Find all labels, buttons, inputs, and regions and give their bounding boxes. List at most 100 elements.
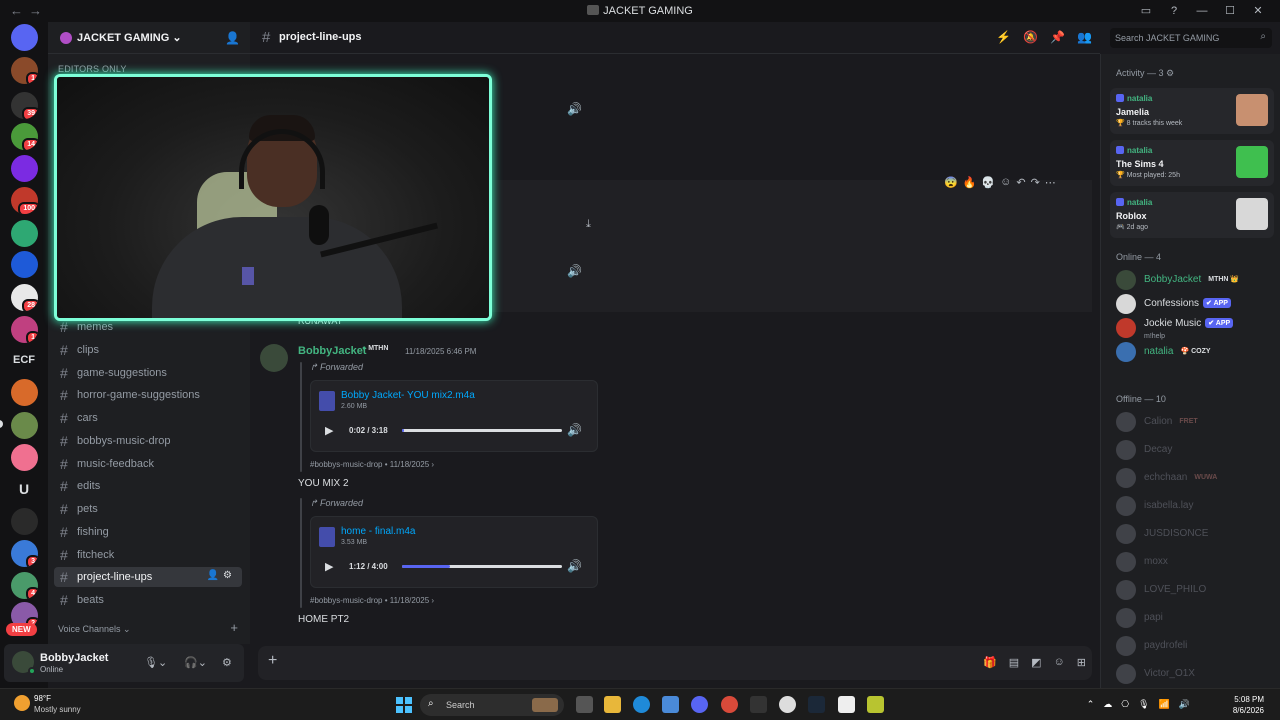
channel-settings-icon[interactable]: 👤⚙ — [207, 570, 236, 581]
app-icon[interactable] — [867, 696, 884, 713]
pin-icon[interactable]: 📌 — [1050, 30, 1065, 44]
avatar[interactable] — [1116, 270, 1136, 290]
file-name-link[interactable]: home - final.m4a — [341, 526, 415, 537]
activity-user[interactable]: natalia — [1116, 146, 1152, 155]
member-row[interactable]: echchaan WUWA — [1110, 466, 1274, 490]
avatar[interactable] — [1116, 318, 1136, 338]
server-icon[interactable] — [11, 379, 38, 406]
member-row[interactable]: paydrofeli — [1110, 634, 1274, 658]
play-icon[interactable]: ▶ — [325, 560, 333, 573]
forward-source[interactable]: #bobbys-music-drop • 11/18/2025 › — [310, 460, 434, 469]
server-icon[interactable]: 39 — [11, 92, 38, 119]
invite-people-icon[interactable]: 👤 — [225, 31, 240, 45]
weather-temp[interactable]: 98°F — [34, 694, 51, 703]
sticker-icon[interactable]: ◩ — [1031, 656, 1041, 669]
message-composer[interactable]: + 🎁 ▤ ◩ ☺ ⊞ — [258, 646, 1092, 680]
channel-item[interactable]: # clips — [54, 340, 242, 360]
weather-icon[interactable] — [14, 695, 30, 711]
avatar[interactable] — [1116, 664, 1136, 684]
username[interactable]: BobbyJacket — [40, 652, 108, 664]
server-name[interactable]: JACKET GAMING ⌄ — [77, 31, 182, 44]
task-view-icon[interactable] — [576, 696, 593, 713]
emoji-icon[interactable]: ☺ — [1054, 656, 1065, 669]
volume-icon[interactable]: 🔊 — [1179, 699, 1190, 710]
help-icon[interactable]: ? — [1160, 3, 1188, 19]
server-icon[interactable]: 1 — [11, 316, 38, 343]
server-u[interactable]: U — [5, 481, 43, 497]
avatar[interactable] — [1116, 440, 1136, 460]
avatar[interactable] — [1116, 580, 1136, 600]
message-author[interactable]: BobbyJacket — [298, 345, 366, 357]
discord-taskbar-icon[interactable] — [691, 696, 708, 713]
server-icon[interactable] — [11, 220, 38, 247]
voice-channels-category[interactable]: Voice Channels ⌄ — [58, 624, 131, 635]
search-box[interactable]: ⌕ — [1110, 28, 1272, 48]
maximize-button[interactable]: ☐ — [1216, 3, 1244, 19]
search-input[interactable] — [1110, 28, 1250, 48]
app-icon[interactable] — [750, 696, 767, 713]
chevron-up-icon[interactable]: ⌃ — [1087, 699, 1095, 710]
channel-item[interactable]: # game-suggestions — [54, 363, 242, 383]
add-reaction-icon[interactable]: ☺ — [1000, 176, 1011, 188]
avatar[interactable] — [1116, 496, 1136, 516]
add-attachment-icon[interactable]: + — [268, 652, 277, 670]
gif-icon[interactable]: ▤ — [1009, 656, 1019, 669]
edge-icon[interactable] — [633, 696, 650, 713]
channel-item[interactable]: # edits — [54, 476, 242, 496]
mic-icon[interactable]: 🎙⌄ — [144, 656, 167, 669]
app-icon[interactable] — [779, 696, 796, 713]
download-icon[interactable]: ⤓ — [586, 218, 591, 231]
member-row[interactable]: LOVE_PHILO — [1110, 578, 1274, 602]
channel-item[interactable]: # bobbys-music-drop — [54, 431, 242, 451]
activity-user[interactable]: natalia — [1116, 94, 1152, 103]
photos-icon[interactable] — [662, 696, 679, 713]
avatar[interactable] — [1116, 294, 1136, 314]
weather-desc[interactable]: Mostly sunny — [34, 705, 81, 714]
activity-card[interactable]: natalia Jamelia 🏆 8 tracks this week — [1110, 88, 1274, 134]
member-row[interactable]: papi — [1110, 606, 1274, 630]
server-icon[interactable]: 100 — [11, 187, 38, 214]
avatar[interactable] — [1116, 342, 1136, 362]
member-row[interactable]: isabella.lay — [1110, 494, 1274, 518]
reaction-button[interactable]: 🔥 — [963, 176, 977, 189]
member-row[interactable]: Calion FRET — [1110, 410, 1274, 434]
activity-user[interactable]: natalia — [1116, 198, 1152, 207]
server-header[interactable]: JACKET GAMING ⌄ 👤 — [48, 22, 250, 54]
gift-icon[interactable]: 🎁 — [983, 656, 997, 669]
channel-item[interactable]: # project-line-ups 👤⚙ — [54, 567, 242, 587]
mic-icon[interactable]: 🎙 — [1138, 699, 1149, 710]
member-row[interactable]: Victor_O1X — [1110, 662, 1274, 686]
member-row[interactable]: Jockie Music ✔ APP m!help — [1110, 316, 1274, 340]
avatar[interactable] — [1116, 468, 1136, 488]
threads-icon[interactable]: ⚡ — [996, 30, 1011, 44]
server-ecf[interactable]: ECF — [5, 354, 43, 366]
server-icon[interactable]: 1 — [11, 57, 38, 84]
channel-item[interactable]: # fishing — [54, 522, 242, 542]
taskbar-search[interactable]: ⌕ Search — [420, 694, 564, 716]
forward-source[interactable]: #bobbys-music-drop • 11/18/2025 › — [310, 596, 434, 605]
forward-icon[interactable]: ↷ — [1031, 176, 1040, 189]
cloud-icon[interactable]: ☁ — [1103, 699, 1112, 710]
search-icon[interactable]: ⌕ — [1260, 31, 1266, 42]
server-icon[interactable]: 28 — [11, 284, 38, 311]
member-row[interactable]: Decay — [1110, 438, 1274, 462]
windows-start-icon[interactable] — [396, 697, 412, 713]
member-row[interactable]: Confessions ✔ APP — [1110, 292, 1274, 316]
reaction-button[interactable]: 💀 — [981, 176, 995, 189]
reply-icon[interactable]: ↶ — [1016, 176, 1025, 189]
audio-progress-slider[interactable] — [402, 429, 562, 432]
add-channel-icon[interactable]: + — [230, 620, 238, 635]
avatar[interactable] — [1116, 412, 1136, 432]
network-icon[interactable]: ⎔ — [1121, 699, 1129, 710]
file-explorer-icon[interactable] — [604, 696, 621, 713]
avatar[interactable] — [1116, 552, 1136, 572]
volume-icon[interactable]: 🔊 — [567, 102, 582, 116]
discord-home-icon[interactable] — [11, 24, 38, 51]
close-button[interactable]: ✕ — [1244, 3, 1272, 19]
volume-icon[interactable]: 🔊 — [567, 423, 582, 437]
server-icon[interactable]: 14 — [11, 123, 38, 150]
avatar[interactable] — [260, 344, 288, 372]
server-icon[interactable] — [11, 508, 38, 535]
headphones-icon[interactable]: 🎧⌄ — [184, 656, 207, 669]
avatar[interactable] — [1116, 636, 1136, 656]
